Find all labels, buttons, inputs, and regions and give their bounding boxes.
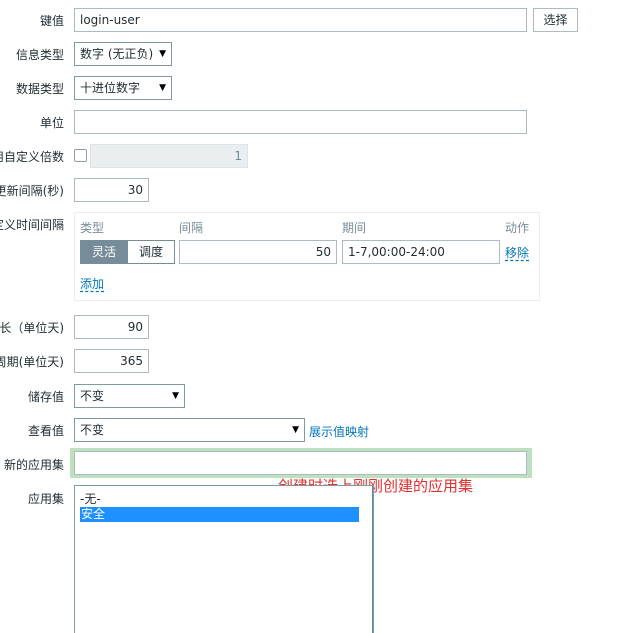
dropdown-arrow-icon: ▼ xyxy=(159,83,166,93)
info-type-value: 数字 (无正负) xyxy=(80,47,154,61)
update-interval-label: 更新间隔(秒) xyxy=(0,184,64,198)
applications-label: 应用集 xyxy=(27,492,64,506)
store-value-selected: 不变 xyxy=(80,389,105,403)
custom-intervals-label: 自定义时间间隔 xyxy=(0,218,64,232)
remove-interval-link[interactable]: 移除 xyxy=(505,244,529,261)
new-application-label: 新的应用集 xyxy=(3,458,64,472)
store-value-select[interactable]: 不变 ▼ xyxy=(74,384,185,408)
history-label: 长（单位天) xyxy=(0,321,64,335)
show-value-select[interactable]: 不变 ▼ xyxy=(74,418,305,442)
history-input[interactable]: 90 xyxy=(74,315,149,339)
custom-intervals-table: 类型 间隔 期间 动作 灵活 调度 50 1-7,00:00-24:00 移除 … xyxy=(74,212,540,301)
listbox-scrollbar[interactable] xyxy=(372,486,373,633)
update-interval-input[interactable]: 30 xyxy=(74,178,149,202)
col-period-header: 期间 xyxy=(342,221,367,235)
info-type-label: 信息类型 xyxy=(15,48,64,62)
col-type-header: 类型 xyxy=(80,221,105,235)
units-label: 单位 xyxy=(39,116,64,130)
data-type-label: 数据类型 xyxy=(15,82,64,96)
show-value-selected: 不变 xyxy=(80,423,105,437)
applications-listbox[interactable]: -无- 安全 xyxy=(74,485,374,633)
col-interval-header: 间隔 xyxy=(179,221,204,235)
add-interval-link[interactable]: 添加 xyxy=(80,275,104,292)
key-input[interactable]: login-user xyxy=(74,8,527,32)
custom-multiplier-checkbox[interactable] xyxy=(74,149,87,162)
store-value-label: 储存值 xyxy=(27,390,64,404)
trends-input[interactable]: 365 xyxy=(74,349,149,373)
type-scheduling-option[interactable]: 调度 xyxy=(127,240,175,264)
trends-label: 周期(单位天) xyxy=(0,355,64,369)
application-option-security[interactable]: 安全 xyxy=(80,507,359,522)
custom-multiplier-label: 用自定义倍数 xyxy=(0,150,64,164)
period-input[interactable]: 1-7,00:00-24:00 xyxy=(342,240,500,264)
show-value-label: 查看值 xyxy=(27,424,64,438)
data-type-value: 十进位数字 xyxy=(80,81,141,95)
application-option-none[interactable]: -无- xyxy=(80,492,101,507)
select-key-button[interactable]: 选择 xyxy=(533,8,578,32)
show-value-mappings-link[interactable]: 展示值映射 xyxy=(309,423,369,440)
new-application-input[interactable] xyxy=(74,451,527,475)
col-action-header: 动作 xyxy=(505,221,530,235)
dropdown-arrow-icon: ▼ xyxy=(159,49,166,59)
key-label: 键值 xyxy=(39,14,64,28)
type-flexible-option[interactable]: 灵活 xyxy=(80,240,128,264)
custom-multiplier-input: 1 xyxy=(90,144,248,168)
dropdown-arrow-icon: ▼ xyxy=(292,425,299,435)
units-input[interactable] xyxy=(74,110,527,134)
info-type-select[interactable]: 数字 (无正负) ▼ xyxy=(74,42,172,66)
data-type-select[interactable]: 十进位数字 ▼ xyxy=(74,76,172,100)
interval-input[interactable]: 50 xyxy=(179,240,337,264)
dropdown-arrow-icon: ▼ xyxy=(172,391,179,401)
